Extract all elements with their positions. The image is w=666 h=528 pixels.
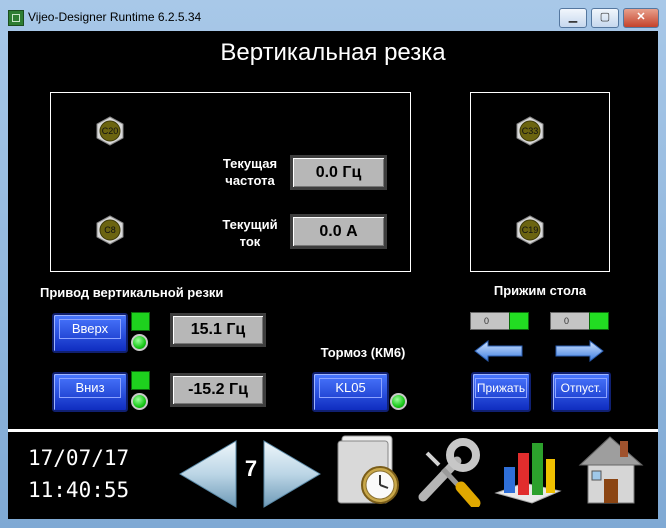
home-icon[interactable] xyxy=(576,433,646,509)
clamp-press-button[interactable]: Прижать xyxy=(471,372,531,412)
next-page-arrow-icon[interactable] xyxy=(262,439,322,509)
clock-folder-icon[interactable] xyxy=(336,433,406,509)
brake-status-led xyxy=(390,393,407,410)
title-bar[interactable]: Vijeo-Designer Runtime 6.2.5.34 ▁ ▢ ✕ xyxy=(0,0,666,32)
down-status-indicator xyxy=(131,371,150,390)
page-title: Вертикальная резка xyxy=(220,39,446,66)
current-frequency-display: 0.0 Гц xyxy=(290,155,387,190)
down-status-led xyxy=(131,393,148,410)
brake-title: Тормоз (КМ6) xyxy=(320,345,406,360)
tools-icon[interactable] xyxy=(413,435,485,507)
bolt-c20-icon: C20 xyxy=(95,116,125,146)
close-button[interactable]: ✕ xyxy=(623,8,659,28)
up-status-indicator xyxy=(131,312,150,331)
clamp-title: Прижим стола xyxy=(493,283,587,298)
app-window: Vijeo-Designer Runtime 6.2.5.34 ▁ ▢ ✕ Ве… xyxy=(0,0,666,528)
current-amperage-display: 0.0 А xyxy=(290,214,387,249)
up-status-led xyxy=(131,334,148,351)
bolt-c19-icon: C19 xyxy=(515,215,545,245)
bolt-c33-icon: C33 xyxy=(515,116,545,146)
page-number: 7 xyxy=(244,456,258,481)
drive-section-title: Привод вертикальной резки xyxy=(40,285,224,300)
left-arrow-icon xyxy=(474,340,523,362)
clamp-left-indicator xyxy=(509,312,529,330)
current-amperage-label: Текущий ток xyxy=(222,217,278,249)
up-button[interactable]: Вверх xyxy=(52,313,128,353)
clamp-right-indicator xyxy=(589,312,609,330)
minimize-button[interactable]: ▁ xyxy=(559,8,587,28)
clamp-release-button[interactable]: Отпуст. xyxy=(551,372,611,412)
window-title: Vijeo-Designer Runtime 6.2.5.34 xyxy=(28,10,202,24)
app-icon xyxy=(8,10,24,26)
clamp-counter-left: 0 xyxy=(470,312,510,330)
current-frequency-label: Текущая частота xyxy=(222,156,278,188)
bolt-c8-icon: C8 xyxy=(95,215,125,245)
footer-separator xyxy=(8,429,658,432)
clamp-counter-right: 0 xyxy=(550,312,590,330)
right-arrow-icon xyxy=(555,340,604,362)
down-button[interactable]: Вниз xyxy=(52,372,128,412)
down-frequency-display: -15.2 Гц xyxy=(170,373,266,407)
time-display: 11:40:55 xyxy=(28,478,130,502)
date-display: 17/07/17 xyxy=(28,446,130,470)
up-frequency-display: 15.1 Гц xyxy=(170,313,266,347)
maximize-button[interactable]: ▢ xyxy=(591,8,619,28)
prev-page-arrow-icon[interactable] xyxy=(178,439,238,509)
brake-kl05-button[interactable]: KL05 xyxy=(312,372,389,412)
hmi-screen: Вертикальная резка C20 C8 Текущая частот… xyxy=(8,31,658,519)
bar-chart-icon[interactable] xyxy=(492,437,564,507)
